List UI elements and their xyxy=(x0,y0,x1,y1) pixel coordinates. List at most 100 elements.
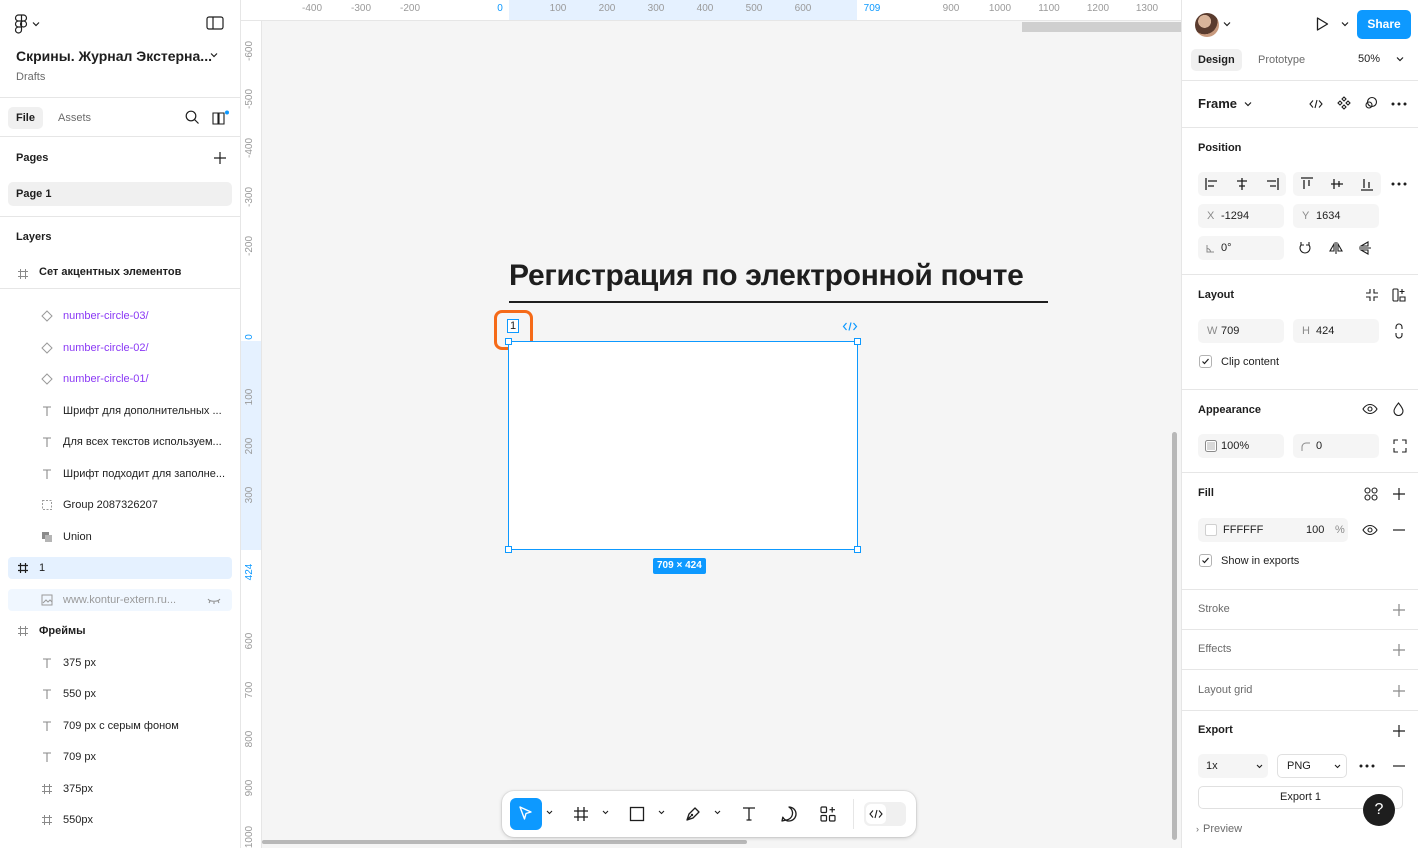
opacity-field[interactable]: 100% xyxy=(1198,434,1284,458)
help-button[interactable]: ? xyxy=(1363,794,1395,826)
code-icon[interactable] xyxy=(842,321,858,332)
chevron-down-icon[interactable] xyxy=(1223,21,1231,27)
rotate-button[interactable] xyxy=(1293,236,1317,260)
layer-row[interactable]: 1 xyxy=(8,557,232,579)
constrain-proportions-icon[interactable] xyxy=(1394,323,1404,339)
styles-grid-icon[interactable] xyxy=(1364,487,1378,501)
resize-handle-br[interactable] xyxy=(854,546,861,553)
flip-vertical-button[interactable] xyxy=(1353,236,1377,260)
search-icon[interactable] xyxy=(185,110,200,125)
layer-row[interactable]: 550 px xyxy=(8,683,232,705)
tab-design[interactable]: Design xyxy=(1191,49,1242,71)
layer-row[interactable]: Шрифт подходит для заполне... xyxy=(8,463,232,485)
layer-row[interactable]: Фреймы xyxy=(8,620,232,642)
layer-row[interactable]: number-circle-02/ xyxy=(8,337,232,359)
align-left-icon[interactable] xyxy=(1204,176,1220,192)
text-tool-button[interactable] xyxy=(734,798,764,830)
flip-horizontal-button[interactable] xyxy=(1324,236,1348,260)
move-tool-button[interactable] xyxy=(510,798,542,830)
rotation-field[interactable]: 0° xyxy=(1198,236,1284,260)
export-scale-select[interactable]: 1x xyxy=(1198,754,1268,778)
share-button[interactable]: Share xyxy=(1357,10,1411,39)
layer-row[interactable]: 550px xyxy=(8,809,232,831)
library-icon[interactable] xyxy=(212,110,230,125)
ruler-horizontal[interactable]: -400 -300 -200 0 100 200 300 400 500 600 709 900 100… xyxy=(241,0,1181,21)
main-menu-button[interactable] xyxy=(14,14,40,34)
add-stroke-icon[interactable] xyxy=(1392,603,1406,617)
layer-row[interactable]: www.kontur-extern.ru... xyxy=(8,588,232,611)
clip-content-checkbox[interactable] xyxy=(1199,355,1212,368)
align-middle-icon[interactable] xyxy=(1329,176,1345,192)
frame-tool-button[interactable] xyxy=(566,798,596,830)
width-field[interactable]: W 709 xyxy=(1198,319,1284,343)
layer-row[interactable]: Для всех текстов используем... xyxy=(8,431,232,453)
layer-row[interactable]: number-circle-01/ xyxy=(8,368,232,390)
more-icon[interactable] xyxy=(1391,102,1407,106)
dev-mode-toggle[interactable] xyxy=(864,802,906,826)
code-icon[interactable] xyxy=(1309,98,1323,110)
scrollbar-horizontal[interactable] xyxy=(262,840,747,844)
heading-underline[interactable] xyxy=(509,301,1048,303)
chevron-down-icon[interactable] xyxy=(546,810,553,815)
add-export-icon[interactable] xyxy=(1392,724,1406,738)
more-icon[interactable] xyxy=(1359,764,1375,768)
hidden-eye-icon[interactable] xyxy=(207,597,221,605)
pen-tool-button[interactable] xyxy=(678,798,708,830)
resize-handle-tl[interactable] xyxy=(505,338,512,345)
page-item[interactable]: Page 1 xyxy=(8,182,232,206)
remove-export-icon[interactable] xyxy=(1392,765,1406,767)
frame-name-label[interactable]: 1 xyxy=(507,319,519,333)
present-play-icon[interactable] xyxy=(1314,16,1330,32)
component-create-icon[interactable] xyxy=(1337,96,1351,110)
layer-row[interactable]: 709 px xyxy=(8,746,232,768)
tab-file[interactable]: File xyxy=(8,107,43,129)
canvas[interactable]: Регистрация по электронной почте 1 709 ×… xyxy=(262,22,1181,848)
selected-frame[interactable] xyxy=(505,338,861,553)
resize-handle-tr[interactable] xyxy=(854,338,861,345)
actions-tool-button[interactable] xyxy=(813,798,843,830)
align-bottom-icon[interactable] xyxy=(1359,176,1375,192)
fill-color-field[interactable]: FFFFFF 100 % xyxy=(1198,518,1348,542)
scrollbar-top[interactable] xyxy=(1022,22,1181,32)
remove-fill-icon[interactable] xyxy=(1392,529,1406,531)
chevron-down-icon[interactable] xyxy=(210,52,218,58)
avatar[interactable] xyxy=(1195,13,1219,37)
add-layout-grid-icon[interactable] xyxy=(1392,684,1406,698)
layer-row[interactable]: Group 2087326207 xyxy=(8,494,232,516)
tab-assets[interactable]: Assets xyxy=(50,107,99,129)
align-right-icon[interactable] xyxy=(1264,176,1280,192)
shape-tool-button[interactable] xyxy=(622,798,652,830)
file-title[interactable]: Скрины. Журнал Экстерна... xyxy=(16,48,212,64)
add-fill-icon[interactable] xyxy=(1392,487,1406,501)
file-location[interactable]: Drafts xyxy=(16,71,45,83)
independent-corners-icon[interactable] xyxy=(1393,439,1407,453)
fill-swatch[interactable] xyxy=(1205,524,1217,536)
chevron-down-icon[interactable] xyxy=(714,810,721,815)
add-effect-icon[interactable] xyxy=(1392,643,1406,657)
eye-icon[interactable] xyxy=(1362,403,1378,415)
ruler-vertical[interactable]: -600 -500 -400 -300 -200 0 100 200 300 424 600 700 8… xyxy=(241,21,262,848)
more-icon[interactable] xyxy=(1391,182,1407,186)
sidebar-toggle-icon[interactable] xyxy=(206,15,224,31)
tab-prototype[interactable]: Prototype xyxy=(1251,49,1312,71)
mask-icon[interactable] xyxy=(1364,96,1378,110)
auto-layout-icon[interactable] xyxy=(1392,288,1406,302)
height-field[interactable]: H 424 xyxy=(1293,319,1379,343)
chevron-down-icon[interactable] xyxy=(1396,56,1404,62)
comment-tool-button[interactable] xyxy=(774,798,804,830)
collapse-layout-icon[interactable] xyxy=(1365,288,1379,302)
layer-row[interactable]: 375 px xyxy=(8,652,232,674)
blend-drop-icon[interactable] xyxy=(1393,402,1404,416)
selection-type[interactable]: Frame xyxy=(1198,96,1237,111)
add-page-icon[interactable] xyxy=(213,151,227,165)
corner-radius-field[interactable]: 0 xyxy=(1293,434,1379,458)
x-position-field[interactable]: X -1294 xyxy=(1198,204,1284,228)
y-position-field[interactable]: Y 1634 xyxy=(1293,204,1379,228)
layer-sticky-parent[interactable]: Сет акцентных элементов xyxy=(0,260,240,289)
eye-icon[interactable] xyxy=(1362,524,1378,536)
layer-row[interactable]: 375px xyxy=(8,778,232,800)
chevron-down-icon[interactable] xyxy=(658,810,665,815)
resize-handle-bl[interactable] xyxy=(505,546,512,553)
show-in-exports-checkbox[interactable] xyxy=(1199,554,1212,567)
canvas-heading[interactable]: Регистрация по электронной почте xyxy=(509,259,1024,293)
